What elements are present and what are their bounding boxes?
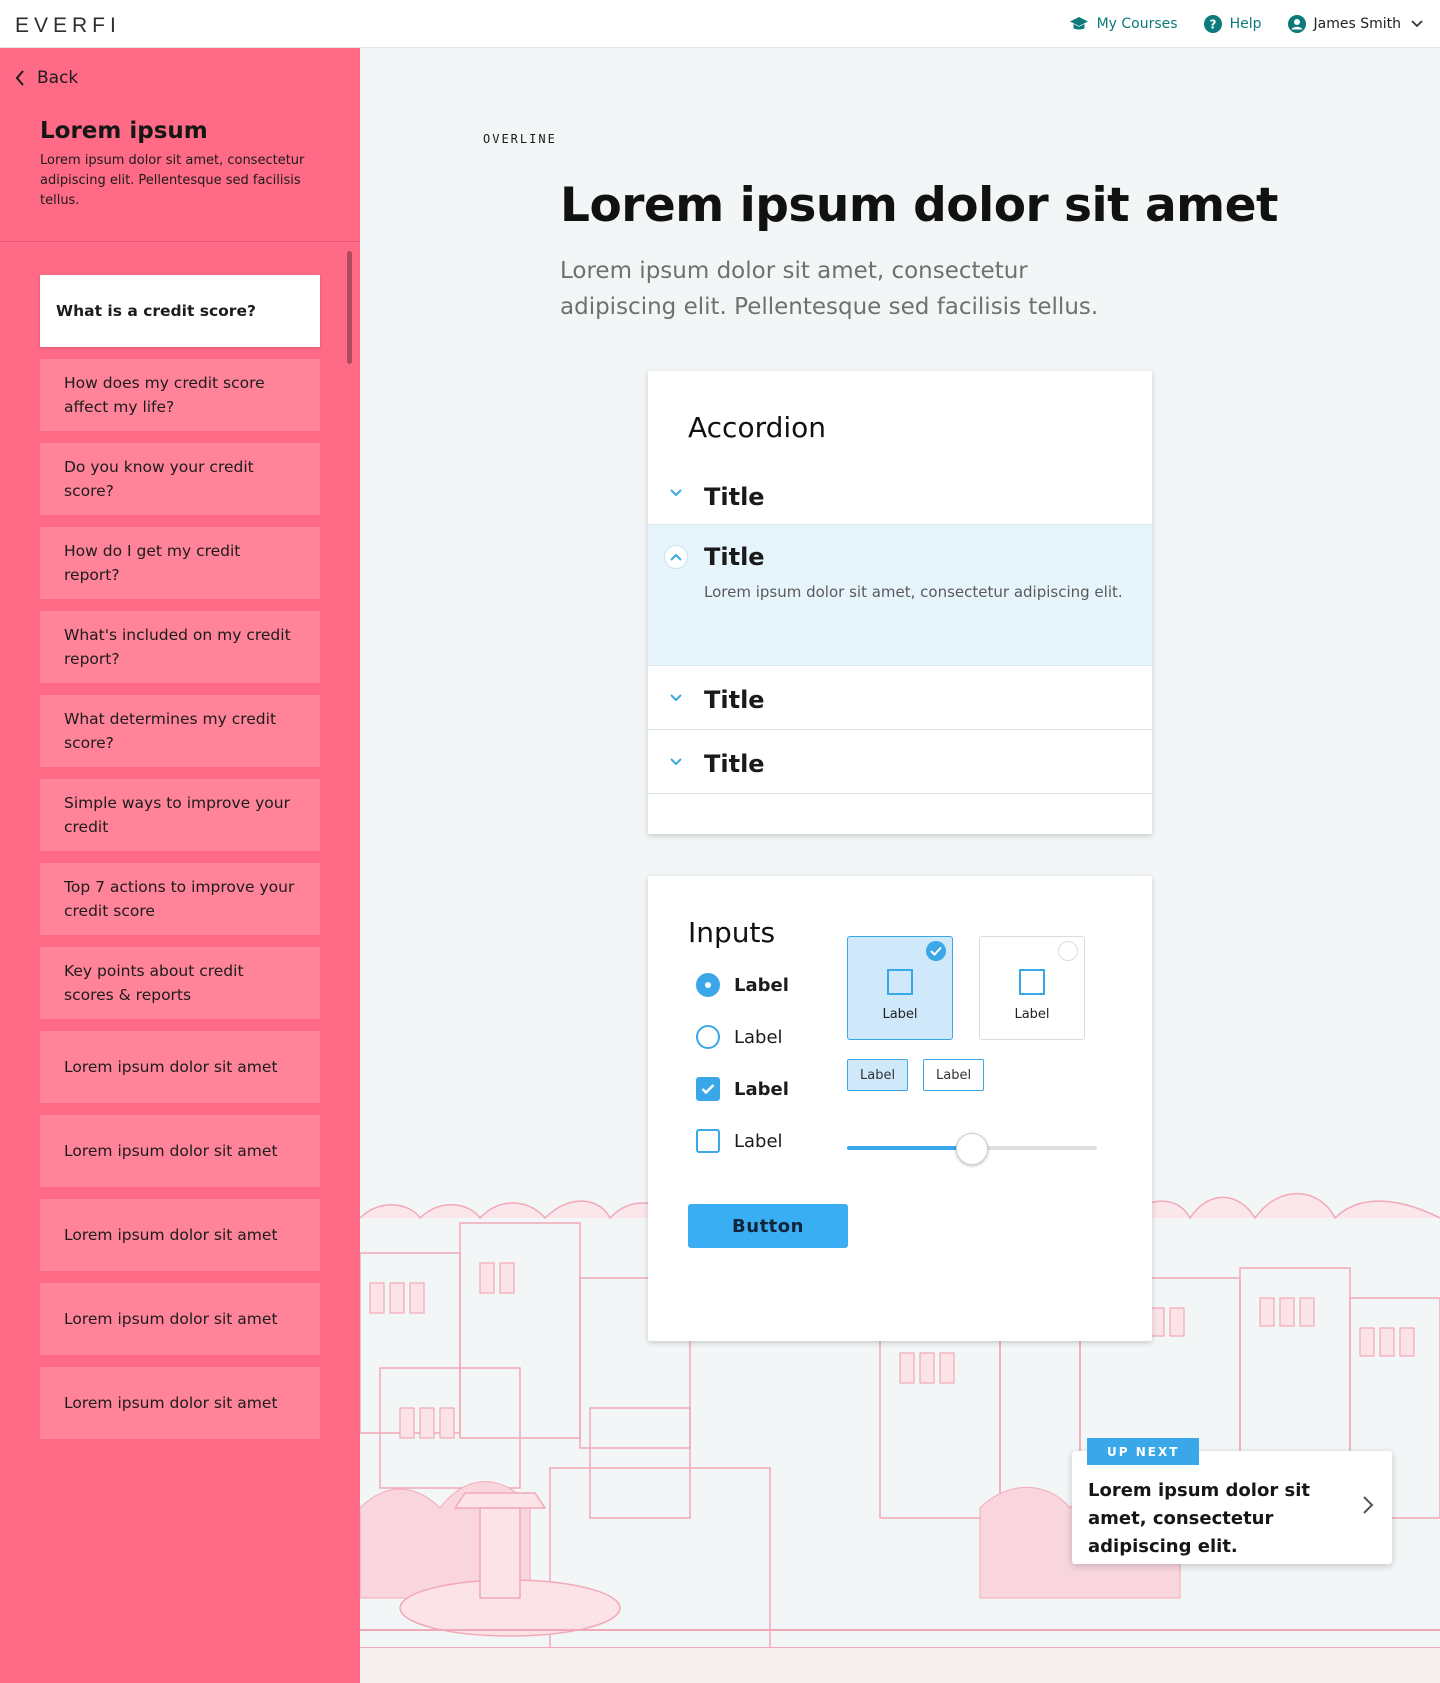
radio-button-checked[interactable] (696, 973, 720, 997)
slider-thumb[interactable] (956, 1133, 988, 1165)
inputs-heading: Inputs (688, 916, 776, 949)
inputs-card: Inputs Label Label Label Label Label Lab… (648, 876, 1152, 1341)
accordion-item-title: Title (704, 686, 765, 714)
lesson-item[interactable]: Simple ways to improve your credit (40, 779, 320, 851)
help-label: Help (1229, 16, 1262, 32)
lesson-item[interactable]: Lorem ipsum dolor sit amet (40, 1115, 320, 1187)
radio-label: Label (734, 974, 789, 996)
graduation-cap-icon (1069, 17, 1088, 30)
chevron-down-icon (1411, 20, 1423, 28)
tile-label: Label (1014, 1007, 1050, 1022)
lesson-item[interactable]: Top 7 actions to improve your credit sco… (40, 863, 320, 935)
lesson-item[interactable]: What determines my credit score? (40, 695, 320, 767)
user-avatar-icon (1287, 15, 1306, 33)
accordion-item-title: Title (704, 543, 765, 571)
check-circle-icon (926, 941, 946, 961)
lesson-item-active[interactable]: What is a credit score? (40, 275, 320, 347)
lesson-item[interactable]: What's included on my credit report? (40, 611, 320, 683)
accordion-item[interactable]: Title (648, 730, 1152, 794)
checkbox-checked[interactable] (696, 1077, 720, 1101)
accordion-card: Accordion Title Title Lorem ipsum dolor … (648, 371, 1152, 834)
user-name: James Smith (1313, 16, 1401, 32)
accordion-item-body: Lorem ipsum dolor sit amet, consectetur … (704, 583, 1123, 601)
up-next-card[interactable]: UP NEXT Lorem ipsum dolor sit amet, cons… (1072, 1438, 1392, 1564)
radio-button[interactable] (696, 1025, 720, 1049)
radio-option-selected[interactable]: Label (696, 973, 789, 997)
accordion-item[interactable]: Title (648, 473, 1152, 525)
page-title: Lorem ipsum dolor sit amet (560, 178, 1278, 233)
empty-circle-icon (1058, 941, 1078, 961)
lesson-item[interactable]: Lorem ipsum dolor sit amet (40, 1031, 320, 1103)
accordion-toggle[interactable] (664, 545, 688, 569)
everfi-logo[interactable]: EVERFI (15, 14, 121, 38)
svg-text:?: ? (1209, 18, 1216, 32)
select-tile[interactable]: Label (979, 936, 1085, 1040)
checkbox-label: Label (734, 1078, 789, 1100)
my-courses-label: My Courses (1096, 16, 1178, 32)
lesson-item[interactable]: Lorem ipsum dolor sit amet (40, 1199, 320, 1271)
chevron-down-icon (670, 489, 682, 497)
lesson-item[interactable]: Lorem ipsum dolor sit amet (40, 1283, 320, 1355)
page-subtitle: Lorem ipsum dolor sit amet, consectetur … (560, 258, 1099, 320)
tile-label: Label (882, 1007, 918, 1022)
checkmark-icon (701, 1084, 715, 1095)
lesson-item[interactable]: How do I get my credit report? (40, 527, 320, 599)
chevron-down-icon (670, 758, 682, 766)
lesson-item[interactable]: Lorem ipsum dolor sit amet (40, 1367, 320, 1439)
accordion-item-title: Title (704, 750, 765, 778)
chevron-up-icon (670, 553, 682, 561)
square-icon (887, 969, 913, 995)
top-navbar: EVERFI My Courses ? Help James Smith (0, 0, 1440, 48)
help-icon: ? (1203, 15, 1222, 33)
back-label: Back (37, 68, 79, 88)
chevron-down-icon (670, 694, 682, 702)
up-next-badge: UP NEXT (1087, 1438, 1200, 1465)
back-button[interactable]: Back (15, 68, 78, 88)
sidebar-divider (0, 241, 360, 242)
chip[interactable]: Label (923, 1059, 985, 1091)
my-courses-link[interactable]: My Courses (1069, 16, 1178, 32)
radio-option[interactable]: Label (696, 1025, 783, 1049)
help-link[interactable]: ? Help (1203, 15, 1262, 33)
accordion-heading: Accordion (688, 411, 827, 444)
header-nav: My Courses ? Help James Smith (1043, 0, 1423, 48)
accordion-item-open[interactable]: Title Lorem ipsum dolor sit amet, consec… (648, 525, 1152, 666)
course-sidebar: Back Lorem ipsum Lorem ipsum dolor sit a… (0, 48, 360, 1683)
user-menu[interactable]: James Smith (1287, 15, 1423, 33)
primary-button[interactable]: Button (688, 1204, 848, 1248)
accordion-toggle[interactable] (664, 481, 688, 505)
square-icon (1019, 969, 1045, 995)
up-next-text: Lorem ipsum dolor sit amet, consectetur … (1088, 1480, 1310, 1557)
radio-label: Label (734, 1026, 783, 1048)
accordion-item[interactable]: Title (648, 666, 1152, 730)
slider-fill (847, 1146, 972, 1150)
chip-selected[interactable]: Label (847, 1059, 909, 1091)
select-tile-selected[interactable]: Label (847, 936, 953, 1040)
checkbox-option[interactable]: Label (696, 1129, 783, 1153)
lesson-item[interactable]: Do you know your credit score? (40, 443, 320, 515)
sidebar-title: Lorem ipsum (40, 118, 208, 144)
accordion-item-title: Title (704, 483, 765, 511)
slider[interactable] (847, 1133, 1097, 1165)
sidebar-scrollbar[interactable] (347, 251, 352, 364)
lesson-list: What is a credit score? How does my cred… (40, 275, 320, 1451)
accordion-toggle[interactable] (664, 750, 688, 774)
accordion-toggle[interactable] (664, 686, 688, 710)
main-content: OVERLINE Lorem ipsum dolor sit amet Lore… (360, 48, 1440, 1683)
checkbox-option-checked[interactable]: Label (696, 1077, 789, 1101)
checkbox[interactable] (696, 1129, 720, 1153)
lesson-item[interactable]: How does my credit score affect my life? (40, 359, 320, 431)
overline: OVERLINE (483, 132, 557, 146)
chevron-left-icon (15, 70, 24, 86)
sidebar-description: Lorem ipsum dolor sit amet, consectetur … (40, 153, 305, 208)
chevron-right-icon[interactable] (1362, 1495, 1374, 1515)
lesson-item[interactable]: Key points about credit scores & reports (40, 947, 320, 1019)
checkbox-label: Label (734, 1130, 783, 1152)
